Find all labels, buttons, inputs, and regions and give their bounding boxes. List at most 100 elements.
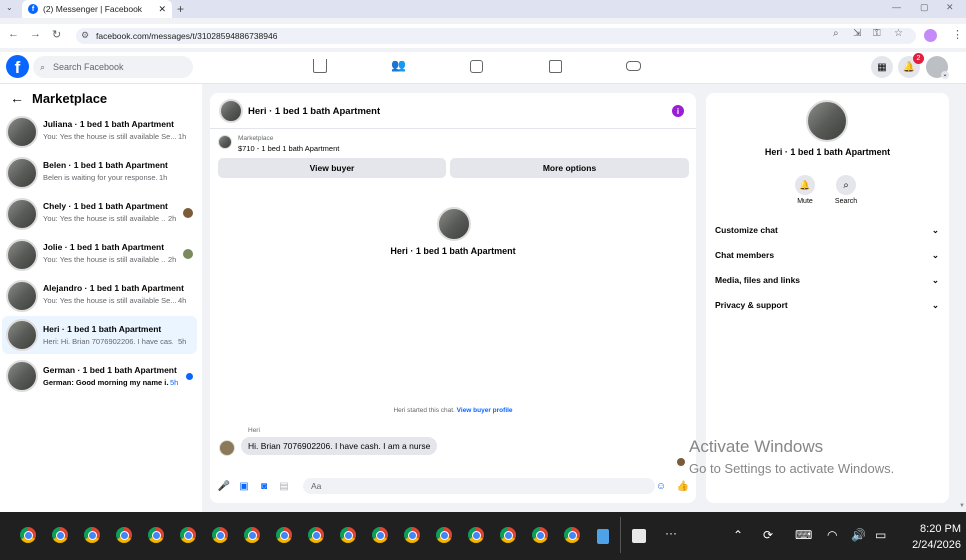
bookmark-star-icon[interactable]: ☆ — [894, 28, 903, 39]
account-chevron-icon[interactable]: ⌄ — [941, 71, 949, 79]
home-icon[interactable] — [313, 59, 327, 73]
customize-chat-item[interactable]: Customize chat ⌄ — [715, 225, 939, 236]
chrome-taskbar-icon[interactable] — [180, 527, 196, 543]
chrome-taskbar-icon[interactable] — [212, 527, 228, 543]
message-bubble[interactable]: Hi. Brian 7076902206. I have cash. I am … — [241, 437, 438, 455]
chrome-taskbar-icon[interactable] — [244, 527, 260, 543]
friends-icon[interactable]: 👥 — [391, 58, 406, 72]
marketplace-icon[interactable] — [549, 60, 562, 73]
site-info-icon[interactable]: ⚙ — [81, 30, 89, 41]
url-bar[interactable]: facebook.com/messages/t/3102859488673894… — [76, 28, 916, 44]
facebook-logo-icon[interactable]: f — [6, 55, 29, 78]
chrome-taskbar-icon[interactable] — [116, 527, 132, 543]
privacy-support-item[interactable]: Privacy & support ⌄ — [715, 300, 939, 311]
forward-icon[interactable]: → — [30, 28, 41, 40]
mute-bell-icon[interactable]: 🔔 — [795, 175, 815, 195]
maximize-icon[interactable]: ▢ — [920, 2, 929, 13]
more-apps-icon[interactable]: ··· — [665, 526, 677, 540]
chrome-taskbar-icon[interactable] — [84, 527, 100, 543]
media-files-links-item[interactable]: Media, files and links ⌄ — [715, 275, 939, 286]
sender-avatar[interactable] — [219, 440, 235, 456]
chrome-taskbar-icon[interactable] — [148, 527, 164, 543]
listing-label: Marketplace — [238, 135, 274, 142]
chevron-down-icon: ⌄ — [931, 250, 939, 260]
chat-title[interactable]: Heri · 1 bed 1 bath Apartment — [248, 106, 380, 117]
conversation-time: 5h — [178, 337, 187, 346]
tab-list-chevron-icon[interactable]: ⌄ — [6, 3, 13, 12]
back-arrow-icon[interactable]: ← — [10, 90, 24, 106]
conversation-time: 2h — [168, 214, 177, 223]
conversation-time: 2h — [168, 255, 177, 264]
emoji-icon[interactable]: ☺ — [655, 480, 667, 492]
conversation-snippet: You: Yes the house is still available ..… — [43, 255, 165, 264]
chrome-taskbar-icon[interactable] — [404, 527, 420, 543]
conversation-time: 1h — [178, 132, 187, 141]
info-icon[interactable]: i — [672, 105, 684, 117]
message-input[interactable]: Aa — [303, 478, 655, 494]
chrome-taskbar-icon[interactable] — [500, 527, 516, 543]
chat-header-avatar[interactable] — [219, 99, 243, 123]
close-tab-icon[interactable]: ✕ — [158, 4, 166, 15]
scroll-down-arrow-icon[interactable]: ▼ — [959, 503, 965, 509]
chrome-taskbar-icon[interactable] — [340, 527, 356, 543]
chrome-taskbar-icon[interactable] — [276, 527, 292, 543]
listing-price[interactable]: $710 - 1 bed 1 bath Apartment — [238, 144, 339, 153]
notification-badge: 2 — [913, 53, 924, 64]
wifi-icon[interactable]: ◠ — [827, 528, 837, 542]
profile-name: Heri · 1 bed 1 bath Apartment — [390, 246, 516, 256]
install-icon[interactable]: ⇲ — [853, 28, 861, 39]
listing-thumbnail[interactable] — [218, 135, 232, 149]
minimize-icon[interactable]: — — [892, 2, 901, 12]
notepad-taskbar-icon[interactable] — [597, 529, 609, 544]
message-placeholder: Aa — [311, 481, 322, 491]
seen-avatar — [183, 249, 193, 259]
back-icon[interactable]: ← — [8, 28, 19, 40]
like-thumbs-up-icon[interactable]: 👍 — [677, 480, 689, 492]
chrome-taskbar-icon[interactable] — [308, 527, 324, 543]
gaming-icon[interactable] — [626, 61, 641, 71]
chrome-taskbar-icon[interactable] — [436, 527, 452, 543]
sticker-icon[interactable]: ◙ — [258, 480, 270, 492]
keyboard-icon[interactable]: ⌨ — [795, 528, 812, 542]
taskbar-clock[interactable]: 8:20 PM 2/24/2026 — [903, 521, 961, 553]
show-hidden-icons-chevron-icon[interactable]: ⌃ — [733, 528, 743, 542]
battery-icon[interactable]: ▭ — [875, 528, 886, 542]
conversation-name: Juliana · 1 bed 1 bath Apartment — [43, 119, 174, 129]
details-name: Heri · 1 bed 1 bath Apartment — [764, 147, 891, 157]
browser-tab[interactable]: f (2) Messenger | Facebook ✕ — [22, 0, 172, 18]
profile-avatar[interactable] — [437, 207, 471, 241]
microphone-icon[interactable]: 🎤 — [218, 480, 230, 492]
search-icon[interactable]: ⌕ — [836, 175, 856, 195]
chrome-taskbar-icon[interactable] — [532, 527, 548, 543]
mute-label: Mute — [797, 198, 813, 205]
avatar — [6, 319, 38, 351]
avatar — [6, 116, 38, 148]
app-taskbar-icon[interactable] — [632, 529, 646, 543]
view-buyer-button[interactable]: View buyer — [218, 158, 446, 178]
close-window-icon[interactable]: ✕ — [946, 2, 954, 13]
photo-icon[interactable]: ▣ — [238, 480, 250, 492]
reload-icon[interactable]: ↻ — [52, 28, 61, 41]
seen-avatar — [183, 208, 193, 218]
sync-icon[interactable]: ⟳ — [763, 528, 773, 542]
zoom-icon[interactable]: ⌕ — [833, 28, 839, 39]
chat-members-item[interactable]: Chat members ⌄ — [715, 250, 939, 261]
search-facebook-input[interactable]: ⌕ Search Facebook — [33, 56, 193, 78]
chrome-taskbar-icon[interactable] — [20, 527, 36, 543]
more-options-button[interactable]: More options — [450, 158, 689, 178]
chrome-taskbar-icon[interactable] — [52, 527, 68, 543]
password-key-icon[interactable]: ⚿ — [873, 28, 881, 39]
video-icon[interactable] — [470, 60, 483, 73]
new-tab-icon[interactable]: + — [177, 2, 184, 16]
browser-menu-icon[interactable]: ⋮ — [952, 28, 963, 41]
details-avatar[interactable] — [806, 100, 848, 142]
chrome-taskbar-icon[interactable] — [468, 527, 484, 543]
profile-icon[interactable] — [924, 29, 937, 42]
gif-icon[interactable]: ▤ — [278, 480, 290, 492]
chrome-taskbar-icon[interactable] — [372, 527, 388, 543]
search-label: Search — [834, 198, 858, 205]
volume-icon[interactable]: 🔊 — [851, 528, 866, 542]
chrome-taskbar-icon[interactable] — [564, 527, 580, 543]
menu-grid-icon[interactable]: ▦ — [871, 56, 893, 78]
view-buyer-profile-link[interactable]: View buyer profile — [457, 407, 513, 414]
